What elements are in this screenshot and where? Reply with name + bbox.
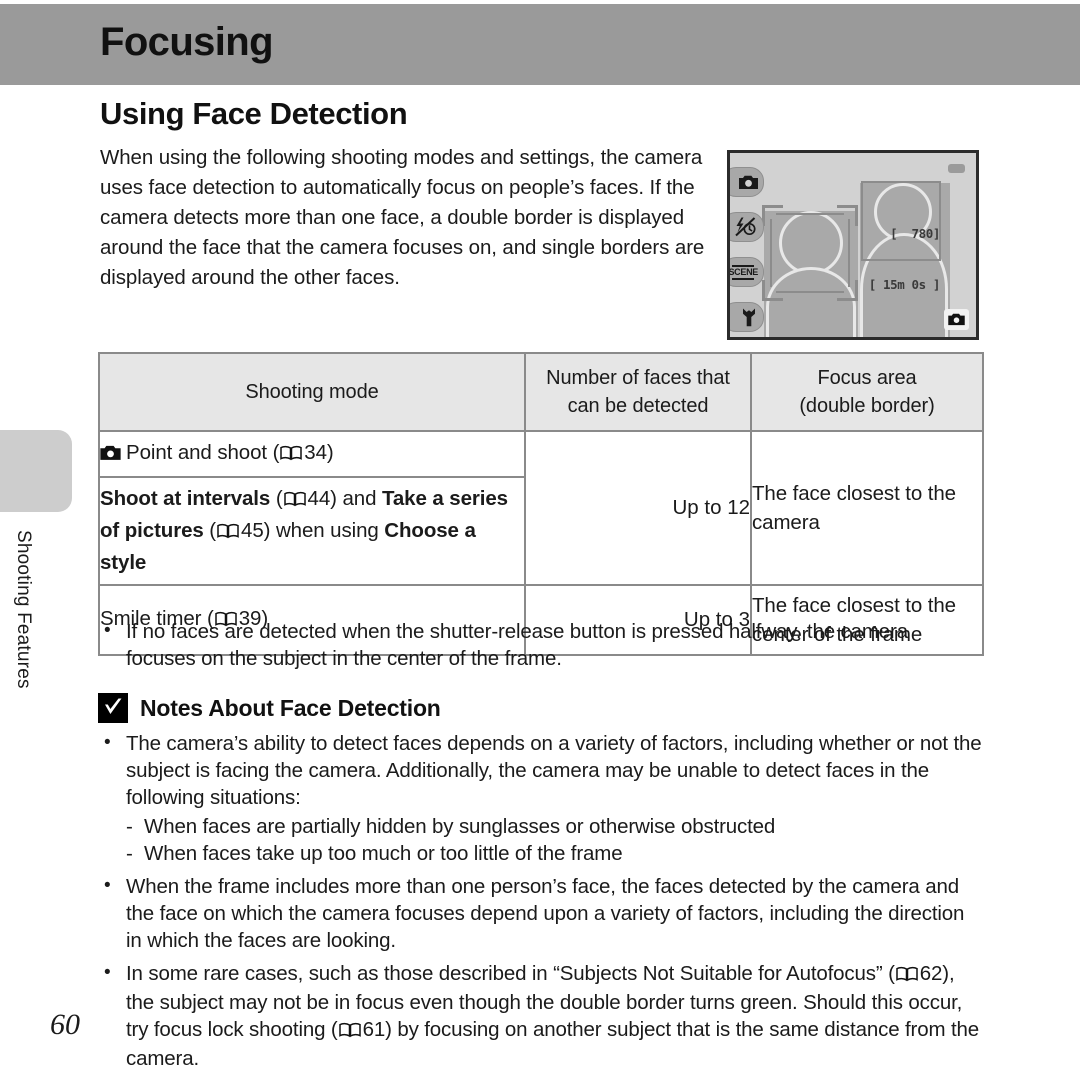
camera-lcd-illustration: SCENE [ 780] [ 15m 0s ] [727,150,979,340]
column-header-faces-detected: Number of faces that can be detected [524,352,752,432]
mode-suffix-0: ) [326,441,334,464]
book-reference-icon [280,440,303,470]
cell-mode-shoot-at-intervals: Shoot at intervals ( 44) and Take a seri… [98,476,526,586]
mode-ref-page-34: 34 [304,441,327,464]
time-remaining-counter: [ 15m 0s ] [868,277,941,292]
faces-header-line2: can be detected [567,395,709,417]
cell-faces-up-to-12: Up to 12 [524,430,752,586]
list-item-dash: When faces are partially hidden by sungl… [98,813,982,840]
focus-area-line2: camera [752,511,820,534]
chapter-side-tab [0,430,72,512]
intro-paragraph: When using the following shooting modes … [100,146,705,289]
column-header-shooting-mode: Shooting mode [98,352,526,432]
cell-mode-point-and-shoot: Point and shoot ( 34) [98,430,526,478]
notes-heading-label: Notes About Face Detection [140,694,441,721]
mode-ref-page-45: 45 [241,519,264,542]
book-reference-icon [896,962,918,989]
wrench-setup-icon [730,302,764,332]
scene-icon-label: SCENE [728,266,758,277]
battery-icon [948,164,965,173]
notes-bullet-list: The camera’s ability to detect faces dep… [98,729,982,1074]
mode-mid-text: ) and [330,487,382,510]
table-row: Point and shoot ( 34) Up to 12 The face … [98,430,984,586]
lcd-screen: SCENE [ 780] [ 15m 0s ] [730,153,976,337]
book-reference-icon [217,518,239,548]
mode-bold-shoot-at-intervals: Shoot at intervals [100,487,271,510]
note-ref-page-62: 62 [919,962,943,985]
mode-label-point-and-shoot: Point and shoot ( [126,441,280,464]
mode-ref-page-44: 44 [307,487,331,510]
note-text-part1: In some rare cases, such as those descri… [126,962,895,985]
lcd-counters: [ 780] [ 15m 0s ] [868,191,941,327]
list-item: In some rare cases, such as those descri… [98,959,982,1072]
note-ref-page-61: 61 [362,1018,386,1041]
face-detection-table: Shooting mode Number of faces that can b… [98,352,984,656]
focus-header-line1: Focus area [817,367,917,389]
list-item-dash: When faces take up too much or too littl… [98,840,982,867]
table-header-row: Shooting mode Number of faces that can b… [98,352,984,432]
shots-remaining-counter: [ 780] [890,226,940,241]
book-reference-icon [338,1018,361,1045]
focus-area-row3-line1: The face closest to the [752,594,956,617]
chapter-side-tab-label: Shooting Features [13,530,34,689]
page-number: 60 [50,1008,80,1041]
flash-self-timer-icon [730,212,764,242]
list-item: The camera’s ability to detect faces dep… [98,729,982,811]
column-header-focus-area: Focus area (double border) [750,352,984,432]
focus-area-line1: The face closest to the [752,482,956,505]
page-title: Focusing [100,20,274,64]
top-bullet-list: If no faces are detected when the shutte… [98,617,982,674]
cell-focus-area-closest-camera: The face closest to the camera [750,430,984,586]
focus-area-double-border [762,205,858,301]
section-title: Using Face Detection [100,96,408,131]
lcd-mode-camera-icon [944,309,969,330]
list-item: If no faces are detected when the shutte… [98,617,982,672]
focus-header-line2: (double border) [799,395,935,417]
caution-check-icon [98,693,128,723]
book-reference-icon [283,486,306,516]
list-item: When the frame includes more than one pe… [98,872,982,954]
camera-mode-icon [730,167,764,197]
faces-header-line1: Number of faces that [546,367,730,389]
scene-icon: SCENE [728,257,764,287]
camera-icon [100,440,121,470]
mode-mid-text-2: ) when using [263,519,385,542]
notes-heading: Notes About Face Detection [98,693,441,723]
